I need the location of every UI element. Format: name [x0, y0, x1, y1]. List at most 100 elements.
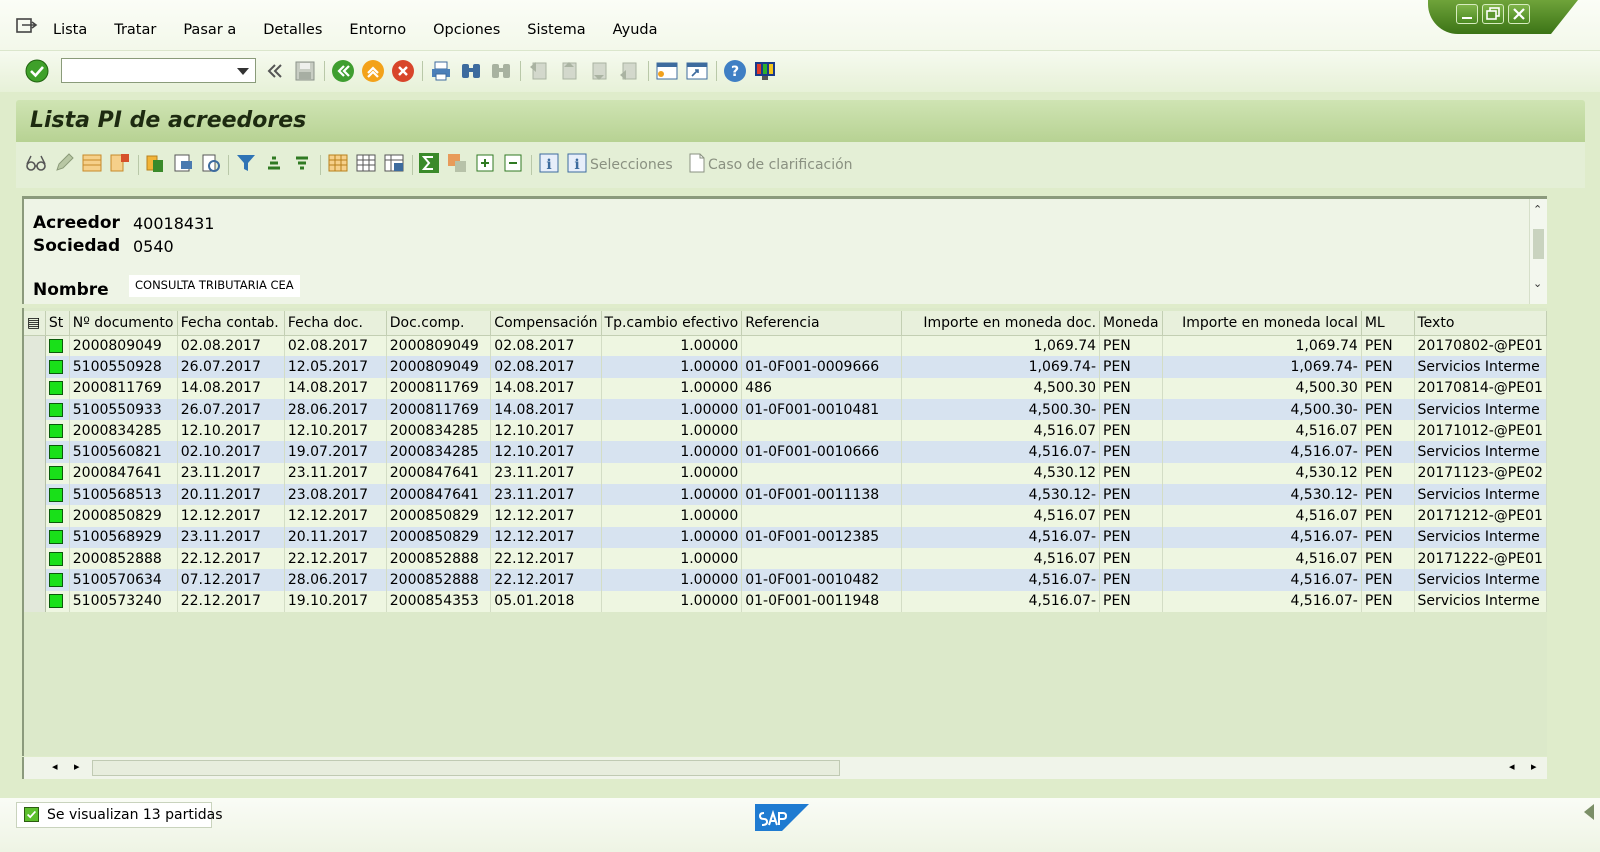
- menu-item-sistema[interactable]: Sistema: [527, 22, 585, 38]
- row-selector[interactable]: [24, 590, 46, 612]
- subtotal-icon[interactable]: [446, 152, 468, 174]
- column-header[interactable]: Fecha contab.: [177, 311, 285, 336]
- help-icon[interactable]: ?: [723, 59, 747, 83]
- row-selector[interactable]: [24, 420, 46, 442]
- info-icon[interactable]: i: [538, 152, 560, 174]
- last-page-icon[interactable]: [617, 59, 641, 83]
- table-cell[interactable]: 2000834285: [69, 420, 178, 442]
- column-header[interactable]: ML: [1361, 311, 1415, 336]
- filter-icon[interactable]: [235, 152, 257, 174]
- scroll-right-icon[interactable]: ▸: [74, 760, 80, 773]
- exit-icon[interactable]: [361, 59, 385, 83]
- table-row[interactable]: 2000834285 12.10.2017 12.10.2017 2000834285…: [24, 420, 1547, 442]
- close-button[interactable]: [1508, 4, 1530, 24]
- table-cell[interactable]: 2000809049: [69, 335, 178, 357]
- document-change-icon[interactable]: [144, 152, 166, 174]
- table-cell[interactable]: 5100570634: [69, 569, 178, 591]
- row-selector[interactable]: [24, 569, 46, 591]
- selecciones-button[interactable]: Selecciones: [590, 157, 673, 173]
- caso-clarificacion-button[interactable]: Caso de clarificación: [708, 157, 853, 173]
- column-header[interactable]: Compensación: [490, 311, 602, 336]
- find-next-icon[interactable]: [489, 59, 513, 83]
- column-header[interactable]: Nº documento: [69, 311, 178, 336]
- column-header[interactable]: Referencia: [741, 311, 903, 336]
- horizontal-scrollbar[interactable]: ◂ ▸ ◂ ▸: [22, 757, 1547, 779]
- table-row[interactable]: 5100550933 26.07.2017 28.06.2017 2000811769…: [24, 398, 1547, 421]
- column-header[interactable]: Importe en moneda local: [1162, 311, 1362, 336]
- table-cell[interactable]: 2000850829: [69, 505, 178, 527]
- print-icon[interactable]: [429, 59, 453, 83]
- table-cell[interactable]: 2000847641: [69, 462, 178, 485]
- minimize-button[interactable]: [1456, 4, 1478, 24]
- table-cell[interactable]: 2000852888: [69, 547, 178, 570]
- prev-page-icon[interactable]: [557, 59, 581, 83]
- table-row[interactable]: 2000811769 14.08.2017 14.08.2017 2000811769…: [24, 377, 1547, 399]
- column-header[interactable]: Moneda: [1099, 311, 1163, 336]
- menu-toggle-icon[interactable]: [16, 17, 38, 35]
- select-block-icon[interactable]: [81, 152, 103, 174]
- enter-icon[interactable]: [25, 59, 49, 83]
- select-all-icon[interactable]: ▤: [24, 311, 46, 336]
- row-selector[interactable]: [24, 547, 46, 570]
- new-session-icon[interactable]: [655, 59, 679, 83]
- table-row[interactable]: 5100560821 02.10.2017 19.07.2017 2000834285…: [24, 441, 1547, 463]
- row-selector[interactable]: [24, 484, 46, 506]
- display-glasses-icon[interactable]: [25, 152, 47, 174]
- command-field[interactable]: [61, 58, 256, 83]
- scroll-left-icon[interactable]: ◂: [52, 760, 58, 773]
- table-row[interactable]: 5100573240 22.12.2017 19.10.2017 2000854353…: [24, 590, 1547, 612]
- menu-item-tratar[interactable]: Tratar: [114, 22, 156, 38]
- shortcut-icon[interactable]: [685, 59, 709, 83]
- document-icon[interactable]: [686, 152, 708, 174]
- menu-item-opciones[interactable]: Opciones: [433, 22, 500, 38]
- horizontal-scroll-thumb[interactable]: [92, 760, 840, 776]
- scroll-down-icon[interactable]: ⌄: [1533, 277, 1542, 290]
- next-page-icon[interactable]: [587, 59, 611, 83]
- row-selector[interactable]: [24, 526, 46, 548]
- column-header[interactable]: Importe en moneda doc.: [901, 311, 1101, 336]
- column-header[interactable]: Tp.cambio efectivo: [601, 311, 743, 336]
- expand-icon[interactable]: [474, 152, 496, 174]
- status-message[interactable]: Se visualizan 13 partidas: [16, 802, 223, 828]
- row-selector[interactable]: [24, 441, 46, 463]
- row-selector[interactable]: [24, 398, 46, 421]
- scroll-right-end-icon[interactable]: ▸: [1531, 760, 1537, 773]
- row-selector[interactable]: [24, 335, 46, 357]
- find-icon[interactable]: [459, 59, 483, 83]
- row-selector[interactable]: [24, 377, 46, 399]
- row-selector[interactable]: [24, 356, 46, 378]
- layout-icon[interactable]: [753, 59, 777, 83]
- save-icon[interactable]: [293, 59, 317, 83]
- table-cell[interactable]: 5100573240: [69, 590, 178, 612]
- table-cell[interactable]: 2000811769: [69, 377, 178, 399]
- cancel-icon[interactable]: [391, 59, 415, 83]
- column-header[interactable]: St: [45, 311, 70, 336]
- menu-item-lista[interactable]: Lista: [53, 22, 87, 38]
- save-layout-icon[interactable]: [383, 152, 405, 174]
- table-row[interactable]: 2000847641 23.11.2017 23.11.2017 2000847641…: [24, 462, 1547, 485]
- table-row[interactable]: 5100568513 20.11.2017 23.08.2017 2000847641…: [24, 484, 1547, 506]
- column-header[interactable]: Doc.comp.: [386, 311, 492, 336]
- sort-ascending-icon[interactable]: [263, 152, 285, 174]
- table-cell[interactable]: 5100568929: [69, 526, 178, 548]
- choose-layout-icon[interactable]: [355, 152, 377, 174]
- table-cell[interactable]: 5100550928: [69, 356, 178, 378]
- scroll-left-end-icon[interactable]: ◂: [1509, 760, 1515, 773]
- sort-descending-icon[interactable]: [291, 152, 313, 174]
- table-row[interactable]: 2000809049 02.08.2017 02.08.2017 2000809049…: [24, 335, 1547, 357]
- table-row[interactable]: 5100568929 23.11.2017 20.11.2017 2000850829…: [24, 526, 1547, 548]
- maximize-button[interactable]: [1482, 4, 1504, 24]
- table-cell[interactable]: 5100560821: [69, 441, 178, 463]
- header-scrollbar[interactable]: ⌃ ⌄: [1529, 199, 1547, 304]
- table-row[interactable]: 2000852888 22.12.2017 22.12.2017 2000852888…: [24, 547, 1547, 570]
- statusbar-toggle-icon[interactable]: [1584, 804, 1594, 820]
- table-row[interactable]: 5100570634 07.12.2017 28.06.2017 2000852888…: [24, 569, 1547, 591]
- collapse-icon[interactable]: [502, 152, 524, 174]
- menu-item-pasar-a[interactable]: Pasar a: [183, 22, 236, 38]
- scroll-thumb[interactable]: [1533, 229, 1544, 259]
- back-icon[interactable]: [263, 59, 287, 83]
- mark-item-icon[interactable]: [109, 152, 131, 174]
- first-page-icon[interactable]: [527, 59, 551, 83]
- selections-info-icon[interactable]: i: [566, 152, 588, 174]
- column-header[interactable]: Texto: [1414, 311, 1547, 336]
